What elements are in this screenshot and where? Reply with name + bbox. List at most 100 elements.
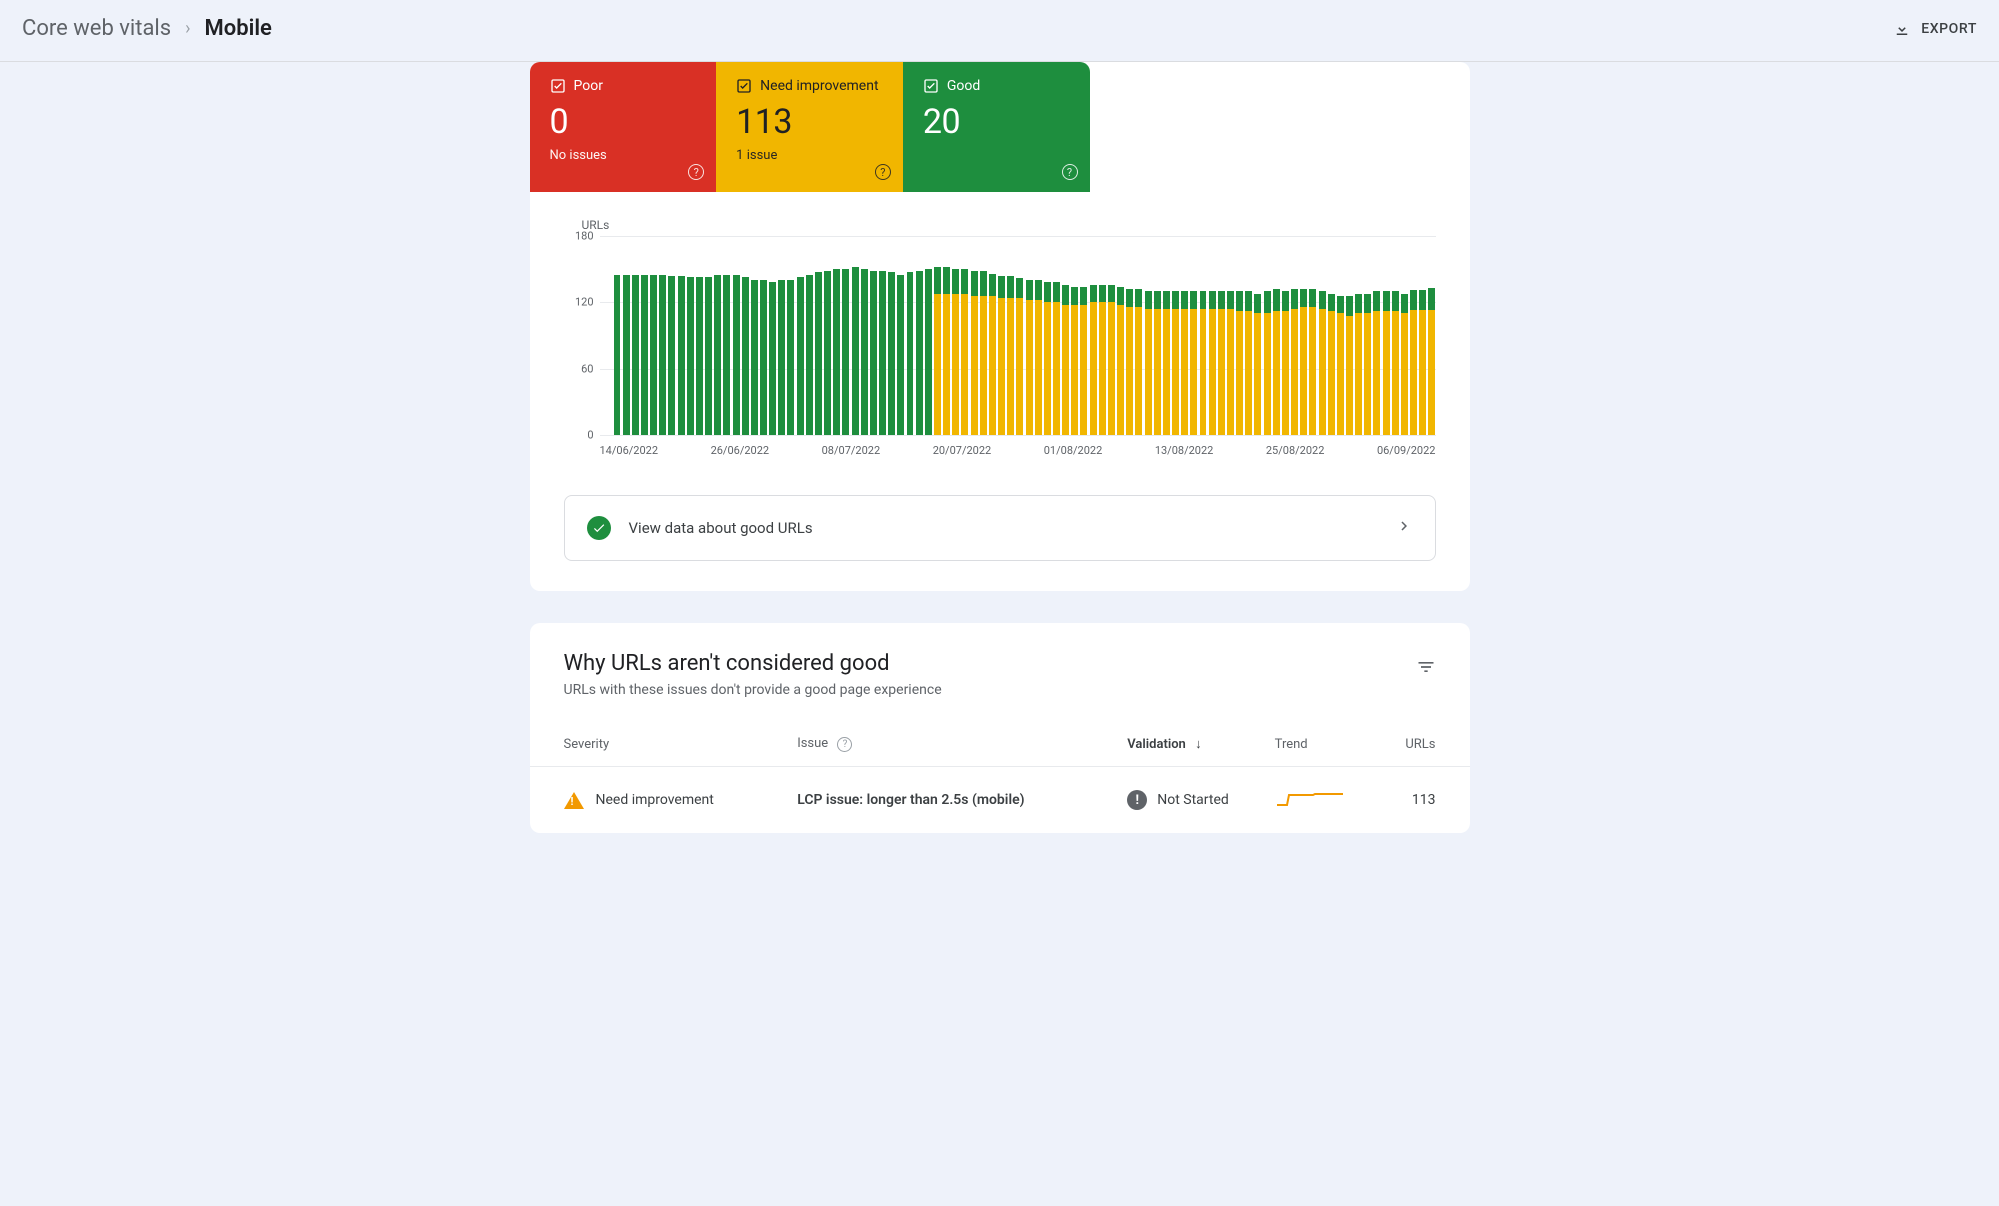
col-issue[interactable]: Issue ? — [797, 736, 1127, 767]
help-icon[interactable]: ? — [1062, 164, 1078, 180]
chart-bar[interactable] — [1172, 291, 1179, 435]
col-validation[interactable]: Validation ↓ — [1127, 736, 1274, 767]
chart-bar[interactable] — [907, 272, 914, 435]
chart-bar[interactable] — [980, 271, 987, 435]
table-row[interactable]: Need improvementLCP issue: longer than 2… — [530, 767, 1470, 834]
chart-bar[interactable] — [1264, 291, 1271, 435]
chart-bar[interactable] — [971, 271, 978, 435]
chart-bar[interactable] — [1209, 291, 1216, 435]
help-icon[interactable]: ? — [837, 737, 852, 752]
chart-bar[interactable] — [1007, 276, 1014, 435]
export-button[interactable]: EXPORT — [1893, 20, 1977, 38]
chart-bar[interactable] — [1071, 287, 1078, 435]
chart-bar[interactable] — [1245, 291, 1252, 435]
chart-bar[interactable] — [760, 280, 767, 435]
chart-bar[interactable] — [1373, 291, 1380, 435]
chart-bar[interactable] — [998, 276, 1005, 435]
chart-bar[interactable] — [879, 271, 886, 435]
chart-bar[interactable] — [916, 271, 923, 435]
chart-bar[interactable] — [1319, 291, 1326, 435]
chart-bar[interactable] — [1300, 289, 1307, 435]
chart-bar[interactable] — [1291, 289, 1298, 435]
good-urls-callout[interactable]: View data about good URLs — [564, 495, 1436, 561]
chart-bar[interactable] — [787, 280, 794, 435]
chart-bar[interactable] — [1227, 291, 1234, 435]
help-icon[interactable]: ? — [688, 164, 704, 180]
chart-bar[interactable] — [824, 271, 831, 435]
chart-bar[interactable] — [668, 276, 675, 435]
chart-bar[interactable] — [1218, 291, 1225, 435]
chart-bar[interactable] — [861, 269, 868, 435]
chart-bar[interactable] — [696, 277, 703, 435]
chart-bar[interactable] — [705, 277, 712, 435]
tile-need-improvement[interactable]: Need improvement 113 1 issue ? — [716, 62, 903, 192]
filter-button[interactable] — [1416, 651, 1436, 681]
chart-bar[interactable] — [1273, 289, 1280, 435]
chart-bar[interactable] — [1117, 287, 1124, 435]
chart-bar[interactable] — [1154, 291, 1161, 435]
breadcrumb-root[interactable]: Core web vitals — [22, 16, 171, 41]
chart-bar[interactable] — [1035, 280, 1042, 435]
chart-bar[interactable] — [888, 272, 895, 435]
chart-bar[interactable] — [1190, 291, 1197, 435]
chart-bar[interactable] — [742, 277, 749, 435]
chart-bar[interactable] — [842, 269, 849, 435]
tile-poor[interactable]: Poor 0 No issues ? — [530, 62, 717, 192]
chart-bar[interactable] — [1337, 296, 1344, 435]
chart-bar[interactable] — [833, 269, 840, 435]
tile-good[interactable]: Good 20 ? — [903, 62, 1090, 192]
chart-bar[interactable] — [1383, 291, 1390, 435]
chart-bar[interactable] — [1053, 282, 1060, 435]
col-urls[interactable]: URLs — [1376, 736, 1469, 767]
chart-bar[interactable] — [1410, 290, 1417, 435]
chart-bar[interactable] — [1062, 285, 1069, 435]
chart-bar[interactable] — [650, 275, 657, 435]
chart-bar[interactable] — [1282, 291, 1289, 435]
chart-bar[interactable] — [1328, 294, 1335, 436]
chart-bar[interactable] — [1163, 291, 1170, 435]
chart-bar[interactable] — [1419, 290, 1426, 435]
chart-bar[interactable] — [614, 275, 621, 435]
chart-bar[interactable] — [1309, 289, 1316, 435]
chart-bar[interactable] — [806, 275, 813, 435]
help-icon[interactable]: ? — [875, 164, 891, 180]
chart-bar[interactable] — [1236, 291, 1243, 435]
chart-bar[interactable] — [678, 276, 685, 435]
chart-bar[interactable] — [632, 275, 639, 435]
chart-bar[interactable] — [751, 280, 758, 435]
chart-bar[interactable] — [1181, 291, 1188, 435]
chart-bar[interactable] — [989, 274, 996, 435]
chart-bar[interactable] — [1080, 287, 1087, 435]
chart-bar[interactable] — [1016, 278, 1023, 435]
chart-bar[interactable] — [723, 275, 730, 435]
chart-bar[interactable] — [1428, 288, 1435, 435]
chart-bar[interactable] — [641, 275, 648, 435]
chart-bar[interactable] — [1254, 294, 1261, 436]
chart-bar[interactable] — [815, 272, 822, 435]
chart-bar[interactable] — [1401, 294, 1408, 436]
chart-bar[interactable] — [1126, 289, 1133, 435]
chart-bar[interactable] — [659, 275, 666, 435]
chart-bar[interactable] — [778, 280, 785, 435]
chart-bar[interactable] — [733, 275, 740, 435]
col-trend[interactable]: Trend — [1275, 736, 1377, 767]
chart-bar[interactable] — [1090, 285, 1097, 435]
chart-bar[interactable] — [623, 275, 630, 435]
chart-bar[interactable] — [714, 275, 721, 435]
chart-bar[interactable] — [1135, 289, 1142, 435]
chart-bar[interactable] — [961, 269, 968, 435]
col-severity[interactable]: Severity — [530, 736, 798, 767]
chart-bar[interactable] — [870, 271, 877, 435]
chart-bar[interactable] — [1355, 294, 1362, 436]
chart-bar[interactable] — [1346, 296, 1353, 435]
chart-bar[interactable] — [1392, 291, 1399, 435]
chart-bar[interactable] — [1108, 285, 1115, 435]
chart-bar[interactable] — [1145, 291, 1152, 435]
chart-bar[interactable] — [1364, 294, 1371, 436]
chart-bar[interactable] — [943, 267, 950, 435]
chart-bar[interactable] — [687, 277, 694, 435]
chart-bar[interactable] — [925, 269, 932, 435]
chart-bar[interactable] — [1044, 282, 1051, 435]
chart-bar[interactable] — [797, 277, 804, 435]
chart-bar[interactable] — [934, 267, 941, 435]
